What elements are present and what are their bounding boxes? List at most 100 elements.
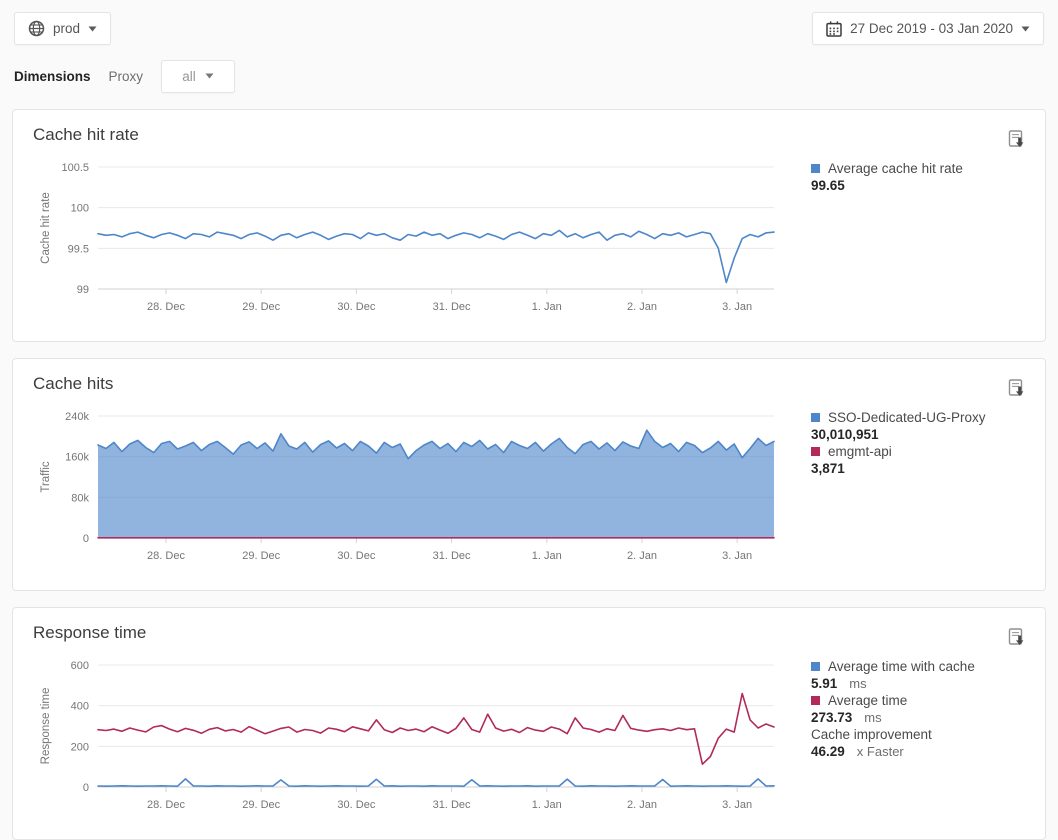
x-tick-label: 28. Dec [147, 799, 185, 811]
x-tick-label: 3. Jan [722, 550, 752, 562]
legend-swatch [811, 413, 820, 422]
cache-hits-legend: SSO-Dedicated-UG-Proxy30,010,951emgmt-ap… [811, 409, 1051, 477]
x-tick-label: 29. Dec [242, 799, 280, 811]
x-tick-label: 31. Dec [433, 799, 471, 811]
export-report-icon [1008, 628, 1027, 647]
analytics-dashboard: prod 27 Dec 2019 - 03 Jan 2020 Dimension… [0, 0, 1058, 840]
legend-value-row: 99.65 [811, 177, 1051, 194]
x-tick-label: 28. Dec [147, 550, 185, 562]
y-tick-label: 240k [65, 411, 89, 423]
chevron-down-icon [88, 26, 97, 32]
series-line [98, 779, 774, 786]
x-tick-label: 3. Jan [722, 301, 752, 313]
x-tick-label: 30. Dec [337, 550, 375, 562]
cache-hit-rate-card: Cache hit rate 100.5 100 99.5 99 28. Dec 29. … [12, 109, 1046, 342]
chart-svg: 600400200028. Dec29. Dec30. Dec31. Dec1.… [13, 653, 805, 821]
export-report-button[interactable] [1008, 628, 1027, 650]
legend-item[interactable]: emgmt-api [811, 443, 1051, 460]
y-tick-label: 99 [77, 284, 89, 296]
legend-value-row: 30,010,951 [811, 426, 1051, 443]
y-axis-title: Traffic [40, 461, 52, 493]
series-line [98, 694, 774, 765]
y-tick-label: 160k [65, 452, 89, 464]
cache-hits-card: Cache hits 240k160k80k028. Dec29. Dec30.… [12, 358, 1046, 591]
series-line [98, 230, 774, 282]
legend-unit: ms [849, 676, 866, 691]
date-range-value: 27 Dec 2019 - 03 Jan 2020 [850, 21, 1013, 36]
x-tick-label: 31. Dec [433, 550, 471, 562]
x-tick-label: 2. Jan [627, 550, 657, 562]
legend-item[interactable]: SSO-Dedicated-UG-Proxy [811, 409, 1051, 426]
legend-item: Cache improvement [811, 726, 1051, 743]
legend-label: emgmt-api [828, 443, 892, 460]
legend-label: SSO-Dedicated-UG-Proxy [828, 409, 986, 426]
cache-hits-chart[interactable]: 240k 160k 80k 0 28. Dec 29. Dec 30. Dec 31. Dec… [13, 404, 805, 577]
legend-swatch [811, 164, 820, 173]
x-tick-label: 2. Jan [627, 301, 657, 313]
legend-value: 5.91 [811, 676, 837, 691]
environment-selector[interactable]: prod [14, 12, 111, 45]
y-tick-label: 99.5 [68, 243, 89, 255]
response-time-chart[interactable]: 600400200028. Dec29. Dec30. Dec31. Dec1.… [13, 653, 805, 826]
y-tick-label: 100 [71, 203, 89, 215]
cache-hit-rate-chart[interactable]: 100.5 100 99.5 99 28. Dec 29. Dec 30. Dec 31. D… [13, 155, 805, 328]
export-report-button[interactable] [1008, 379, 1027, 401]
y-tick-label: 200 [71, 741, 89, 753]
y-tick-label: 100.5 [61, 162, 89, 174]
card-title: Cache hit rate [33, 125, 139, 145]
legend-value-row: 3,871 [811, 460, 1051, 477]
legend-value: 3,871 [811, 461, 845, 476]
legend-unit: ms [864, 710, 881, 725]
legend-unit: x Faster [857, 744, 904, 759]
legend-label: Average cache hit rate [828, 160, 963, 177]
y-tick-label: 0 [83, 782, 89, 794]
top-bar: prod 27 Dec 2019 - 03 Jan 2020 [0, 0, 1058, 45]
y-axis-title: Response time [40, 688, 52, 765]
y-tick-label: 80k [71, 492, 89, 504]
x-tick-label: 1. Jan [532, 799, 562, 811]
date-range-picker[interactable]: 27 Dec 2019 - 03 Jan 2020 [812, 12, 1044, 45]
x-tick-label: 31. Dec [433, 301, 471, 313]
x-tick-label: 2. Jan [627, 799, 657, 811]
legend-swatch [811, 662, 820, 671]
cache-hit-rate-legend: Average cache hit rate99.65 [811, 160, 1051, 194]
y-axis-title: Cache hit rate [40, 192, 52, 264]
legend-swatch [811, 696, 820, 705]
export-report-button[interactable] [1008, 130, 1027, 152]
dimensions-label: Dimensions [14, 69, 91, 84]
x-tick-label: 29. Dec [242, 301, 280, 313]
legend-item[interactable]: Average time [811, 692, 1051, 709]
legend-value: 273.73 [811, 710, 852, 725]
card-title: Response time [33, 623, 146, 643]
export-report-icon [1008, 379, 1027, 398]
chart-svg: 100.5 100 99.5 99 28. Dec 29. Dec 30. Dec 31. D… [13, 155, 805, 323]
legend-label: Average time with cache [828, 658, 975, 675]
x-tick-label: 28. Dec [147, 301, 185, 313]
y-tick-label: 0 [83, 533, 89, 545]
x-tick-label: 3. Jan [722, 799, 752, 811]
response-time-legend: Average time with cache5.91 msAverage tim… [811, 658, 1051, 760]
proxy-filter-value: all [182, 69, 196, 84]
legend-swatch [811, 447, 820, 456]
legend-value-row: 273.73 ms [811, 709, 1051, 726]
legend-item[interactable]: Average time with cache [811, 658, 1051, 675]
legend-item[interactable]: Average cache hit rate [811, 160, 1051, 177]
dimension-proxy-label: Proxy [109, 69, 144, 84]
x-tick-label: 29. Dec [242, 550, 280, 562]
x-tick-label: 1. Jan [532, 550, 562, 562]
dimensions-bar: Dimensions Proxy all [0, 59, 1058, 93]
calendar-icon [826, 21, 842, 37]
legend-label: Average time [828, 692, 907, 709]
globe-icon [28, 20, 45, 37]
legend-value-row: 5.91 ms [811, 675, 1051, 692]
legend-value: 30,010,951 [811, 427, 879, 442]
x-tick-label: 1. Jan [532, 301, 562, 313]
x-tick-label: 30. Dec [337, 301, 375, 313]
legend-value: 99.65 [811, 178, 845, 193]
response-time-card: Response time 600400200028. Dec29. Dec30… [12, 607, 1046, 840]
proxy-filter-dropdown[interactable]: all [161, 60, 235, 93]
chevron-down-icon [1021, 26, 1030, 32]
chevron-down-icon [205, 73, 214, 79]
export-report-icon [1008, 130, 1027, 149]
chart-svg: 240k 160k 80k 0 28. Dec 29. Dec 30. Dec 31. Dec… [13, 404, 805, 572]
